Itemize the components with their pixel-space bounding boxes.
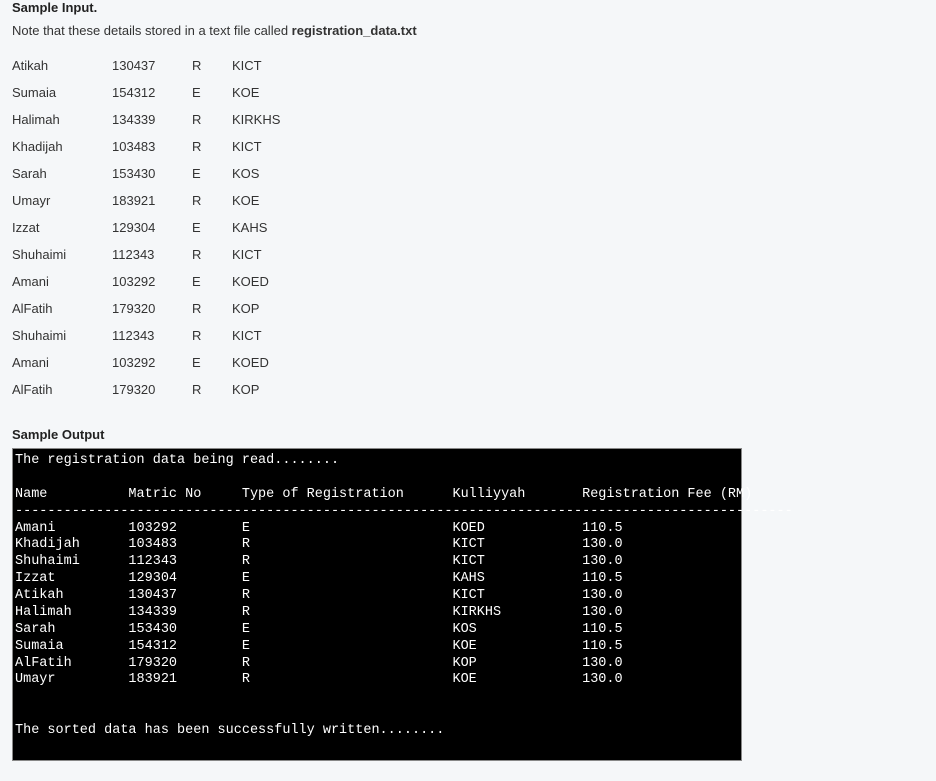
table-row: Atikah130437RKICT — [12, 52, 312, 79]
cell-kull: KICT — [232, 52, 312, 79]
cell-type: R — [192, 133, 232, 160]
cell-kull: KOED — [232, 268, 312, 295]
cell-name: Khadijah — [12, 133, 112, 160]
terminal-output: The registration data being read........… — [12, 448, 742, 761]
sample-output-heading: Sample Output — [12, 427, 924, 442]
note-prefix: Note that these details stored in a text… — [12, 23, 292, 38]
cell-name: AlFatih — [12, 376, 112, 403]
cell-matric: 103292 — [112, 268, 192, 295]
cell-matric: 103292 — [112, 349, 192, 376]
table-row: Sumaia154312EKOE — [12, 79, 312, 106]
cell-matric: 112343 — [112, 322, 192, 349]
cell-type: R — [192, 241, 232, 268]
cell-kull: KOE — [232, 79, 312, 106]
cell-kull: KOE — [232, 187, 312, 214]
cell-matric: 179320 — [112, 295, 192, 322]
table-row: Izzat129304EKAHS — [12, 214, 312, 241]
cell-type: E — [192, 214, 232, 241]
table-row: Sarah153430EKOS — [12, 160, 312, 187]
cell-kull: KIRKHS — [232, 106, 312, 133]
note-filename: registration_data.txt — [292, 23, 417, 38]
cell-kull: KOP — [232, 295, 312, 322]
cell-type: E — [192, 160, 232, 187]
cell-type: R — [192, 295, 232, 322]
cell-matric: 154312 — [112, 79, 192, 106]
cell-matric: 153430 — [112, 160, 192, 187]
cell-kull: KICT — [232, 322, 312, 349]
cell-type: R — [192, 52, 232, 79]
cell-name: Shuhaimi — [12, 322, 112, 349]
cell-matric: 130437 — [112, 52, 192, 79]
cell-kull: KAHS — [232, 214, 312, 241]
cell-name: Umayr — [12, 187, 112, 214]
input-table: Atikah130437RKICTSumaia154312EKOEHalimah… — [12, 52, 312, 403]
cell-name: Sumaia — [12, 79, 112, 106]
table-row: Amani103292EKOED — [12, 349, 312, 376]
cell-type: E — [192, 268, 232, 295]
table-row: Shuhaimi112343RKICT — [12, 322, 312, 349]
table-row: AlFatih179320RKOP — [12, 376, 312, 403]
cell-type: E — [192, 79, 232, 106]
cell-name: Shuhaimi — [12, 241, 112, 268]
cell-name: Amani — [12, 268, 112, 295]
table-row: AlFatih179320RKOP — [12, 295, 312, 322]
cell-type: R — [192, 106, 232, 133]
cell-type: R — [192, 322, 232, 349]
cell-kull: KICT — [232, 133, 312, 160]
cell-matric: 129304 — [112, 214, 192, 241]
table-row: Umayr183921RKOE — [12, 187, 312, 214]
cell-matric: 112343 — [112, 241, 192, 268]
table-row: Khadijah103483RKICT — [12, 133, 312, 160]
cell-matric: 103483 — [112, 133, 192, 160]
cell-matric: 179320 — [112, 376, 192, 403]
cell-matric: 183921 — [112, 187, 192, 214]
note-line: Note that these details stored in a text… — [12, 23, 924, 38]
cell-name: Izzat — [12, 214, 112, 241]
table-row: Halimah134339RKIRKHS — [12, 106, 312, 133]
sample-input-heading: Sample Input. — [12, 0, 924, 15]
cell-kull: KOP — [232, 376, 312, 403]
cell-name: Halimah — [12, 106, 112, 133]
cell-type: R — [192, 187, 232, 214]
cell-name: Sarah — [12, 160, 112, 187]
cell-name: AlFatih — [12, 295, 112, 322]
table-row: Shuhaimi112343RKICT — [12, 241, 312, 268]
cell-kull: KOED — [232, 349, 312, 376]
table-row: Amani103292EKOED — [12, 268, 312, 295]
cell-kull: KOS — [232, 160, 312, 187]
cell-matric: 134339 — [112, 106, 192, 133]
cell-name: Atikah — [12, 52, 112, 79]
cell-kull: KICT — [232, 241, 312, 268]
document-content: Sample Input. Note that these details st… — [0, 0, 936, 781]
cell-name: Amani — [12, 349, 112, 376]
cell-type: E — [192, 349, 232, 376]
cell-type: R — [192, 376, 232, 403]
